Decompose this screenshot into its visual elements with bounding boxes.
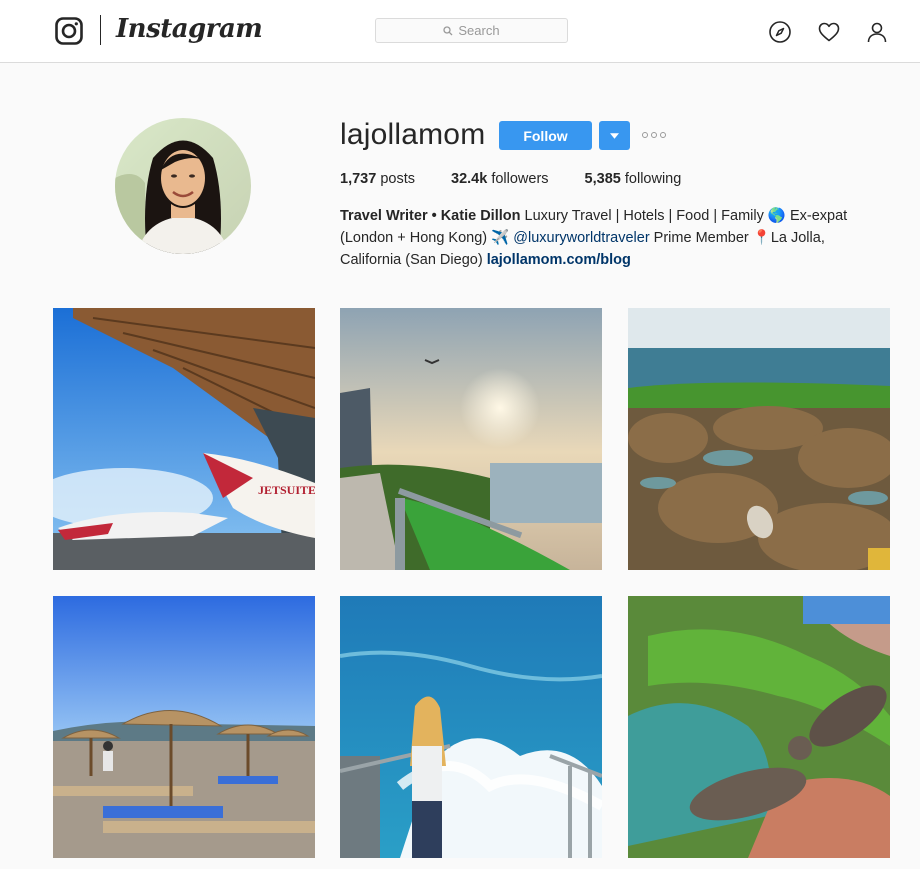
following-link[interactable]: 5,385 following	[585, 171, 682, 187]
suggestions-dropdown-button[interactable]	[599, 121, 630, 150]
post-thumbnail[interactable]	[628, 308, 890, 570]
search-input[interactable]: Search	[375, 18, 568, 43]
heart-icon[interactable]	[817, 20, 841, 44]
post-thumbnail[interactable]	[340, 596, 602, 858]
search-placeholder: Search	[458, 23, 500, 38]
followers-link[interactable]: 32.4k followers	[451, 171, 549, 187]
post-thumbnail[interactable]	[628, 596, 890, 858]
person-icon[interactable]	[865, 20, 889, 44]
follow-button[interactable]: Follow	[499, 121, 592, 150]
more-dot-icon	[651, 132, 657, 138]
search-icon	[443, 25, 453, 35]
posts-count: 1,737 posts	[340, 171, 415, 187]
more-options-button[interactable]	[642, 128, 666, 142]
top-nav: Instagram Search	[0, 0, 920, 63]
profile-bio: Travel Writer • Katie Dillon Luxury Trav…	[340, 205, 860, 271]
more-dot-icon	[642, 132, 648, 138]
compass-icon[interactable]	[768, 20, 792, 44]
avatar	[115, 118, 251, 254]
profile-username: lajollamom	[340, 118, 486, 151]
bio-full-name: Travel Writer • Katie Dillon	[340, 208, 521, 224]
bio-mention-link[interactable]: @luxuryworldtraveler	[513, 230, 649, 246]
bio-website-link[interactable]: lajollamom.com/blog	[487, 252, 631, 268]
camera-logo-icon[interactable]	[55, 17, 83, 45]
profile-stats: 1,737 posts 32.4k followers 5,385 follow…	[340, 171, 717, 187]
post-thumbnail[interactable]: JETSUITE	[53, 308, 315, 570]
post-thumbnail[interactable]	[340, 308, 602, 570]
logo-wordmark[interactable]: Instagram	[116, 14, 263, 44]
svg-text:JETSUITE: JETSUITE	[258, 483, 315, 497]
logo-divider	[100, 15, 101, 45]
more-dot-icon	[660, 132, 666, 138]
caret-down-icon	[610, 132, 619, 139]
post-thumbnail[interactable]	[53, 596, 315, 858]
